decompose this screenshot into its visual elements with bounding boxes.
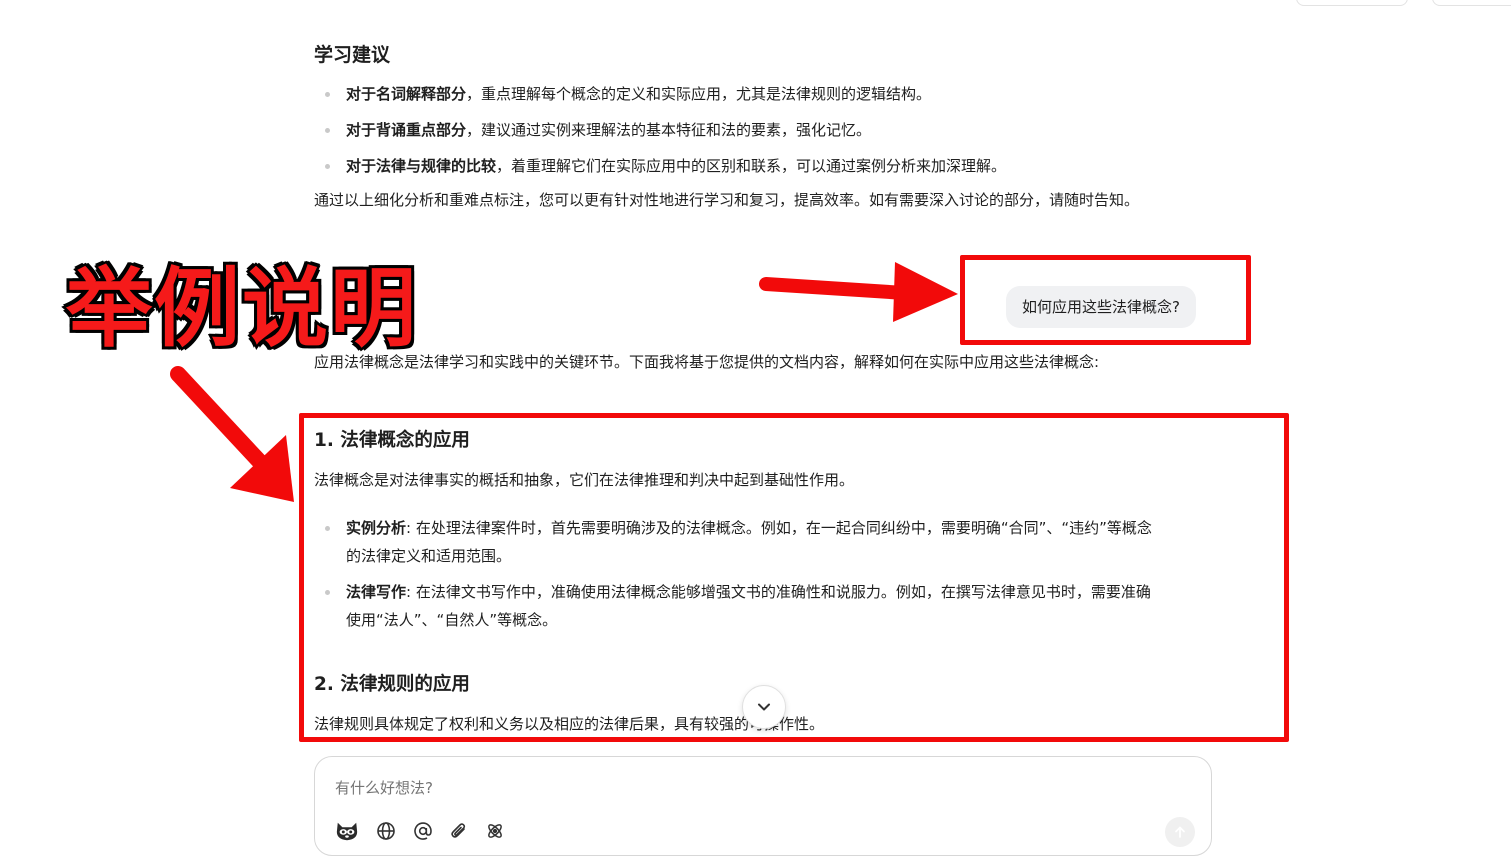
atom-icon[interactable] <box>483 819 507 843</box>
send-button[interactable] <box>1165 817 1195 847</box>
arrow-right-icon <box>759 262 958 322</box>
annotation-arrows <box>170 262 958 502</box>
chevron-down-icon <box>758 703 770 711</box>
paperclip-icon[interactable] <box>447 819 471 843</box>
raccoon-icon[interactable] <box>335 819 359 843</box>
message-composer <box>314 756 1212 856</box>
scroll-down-button[interactable] <box>742 685 786 729</box>
page: 学习建议 对于名词解释部分，重点理解每个概念的定义和实际应用，尤其是法律规则的逻… <box>0 0 1511 868</box>
arrow-down-right-icon <box>170 366 294 502</box>
message-input[interactable] <box>335 779 1155 797</box>
annotation-label: 举例说明 <box>64 257 419 362</box>
at-icon[interactable] <box>411 819 435 843</box>
globe-icon[interactable] <box>374 819 398 843</box>
arrow-up-icon <box>1175 826 1185 838</box>
